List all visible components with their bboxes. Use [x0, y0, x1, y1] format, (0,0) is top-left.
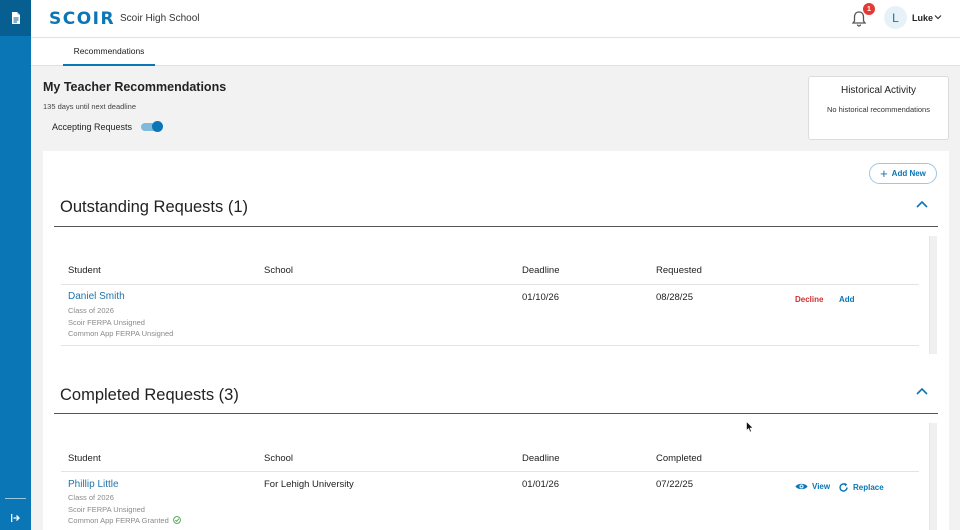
tab-bar: Recommendations — [31, 38, 960, 66]
refresh-icon — [839, 482, 848, 492]
chevron-up-icon[interactable] — [915, 386, 929, 396]
header-row-divider — [61, 284, 919, 285]
historical-activity-card: Historical Activity No historical recomm… — [808, 76, 949, 140]
column-header-student: Student — [68, 453, 101, 464]
outstanding-scrollbar[interactable] — [929, 236, 937, 354]
chevron-up-icon[interactable] — [915, 199, 929, 209]
chevron-down-icon[interactable] — [934, 13, 942, 21]
mouse-cursor-icon — [746, 421, 754, 433]
column-header-completed: Completed — [656, 453, 702, 464]
add-button[interactable]: Add — [839, 295, 855, 304]
plus-icon: + — [880, 166, 888, 181]
decline-button[interactable]: Decline — [795, 295, 823, 304]
expand-sidebar-button[interactable] — [0, 508, 31, 528]
add-new-label: Add New — [891, 169, 926, 178]
add-new-button[interactable]: + Add New — [869, 163, 937, 184]
tab-recommendations[interactable]: Recommendations — [63, 38, 155, 66]
completed-cell: 07/22/25 — [656, 479, 693, 490]
commonapp-ferpa-text: Common App FERPA Granted — [68, 516, 169, 525]
accepting-requests-toggle[interactable] — [141, 121, 163, 132]
commonapp-ferpa-status: Common App FERPA Unsigned — [68, 329, 174, 338]
page-title: My Teacher Recommendations — [43, 80, 227, 94]
class-of-text: Class of 2026 — [68, 306, 114, 315]
column-header-school: School — [264, 265, 294, 276]
column-header-requested: Requested — [656, 265, 702, 276]
document-icon — [11, 12, 20, 24]
user-name[interactable]: Luke — [912, 13, 933, 23]
notification-badge: 1 — [863, 3, 875, 15]
check-circle-icon — [172, 516, 181, 524]
completed-scrollbar[interactable] — [929, 423, 937, 530]
column-header-deadline: Deadline — [522, 453, 560, 464]
eye-icon — [795, 483, 808, 490]
historical-activity-text: No historical recommendations — [827, 105, 930, 114]
student-name-link[interactable]: Phillip Little — [68, 479, 119, 490]
commonapp-ferpa-status: Common App FERPA Granted — [68, 516, 181, 525]
section-divider — [54, 413, 938, 414]
student-name-link[interactable]: Daniel Smith — [68, 291, 125, 302]
documents-nav-button[interactable] — [0, 0, 31, 36]
column-header-student: Student — [68, 265, 101, 276]
section-divider — [54, 226, 938, 227]
scoir-ferpa-status: Scoir FERPA Unsigned — [68, 318, 145, 327]
school-name: Scoir High School — [120, 13, 200, 24]
requested-cell: 08/28/25 — [656, 292, 693, 303]
scoir-ferpa-status: Scoir FERPA Unsigned — [68, 505, 145, 514]
expand-arrow-icon — [11, 514, 20, 522]
deadline-cell: 01/10/26 — [522, 292, 559, 303]
deadline-cell: 01/01/26 — [522, 479, 559, 490]
replace-label: Replace — [853, 483, 884, 492]
accepting-requests-label: Accepting Requests — [52, 122, 133, 132]
column-header-school: School — [264, 453, 294, 464]
replace-button[interactable]: Replace — [838, 482, 884, 493]
view-label: View — [812, 482, 831, 491]
scoir-logo[interactable]: SCOIR — [49, 9, 115, 29]
view-button[interactable]: View — [795, 482, 830, 491]
school-cell: For Lehigh University — [264, 479, 354, 490]
class-of-text: Class of 2026 — [68, 493, 114, 502]
outstanding-requests-title: Outstanding Requests (1) — [60, 198, 249, 216]
historical-activity-title: Historical Activity — [840, 85, 916, 96]
deadline-note: 135 days until next deadline — [43, 102, 136, 111]
header-row-divider — [61, 471, 919, 472]
row-divider — [61, 345, 919, 346]
avatar[interactable]: L — [884, 6, 907, 29]
left-rail — [0, 0, 31, 530]
column-header-deadline: Deadline — [522, 265, 560, 276]
rail-divider — [5, 498, 26, 499]
top-header: SCOIR Scoir High School 1 L Luke — [31, 0, 960, 38]
toggle-knob — [152, 121, 163, 132]
completed-requests-title: Completed Requests (3) — [60, 386, 239, 404]
